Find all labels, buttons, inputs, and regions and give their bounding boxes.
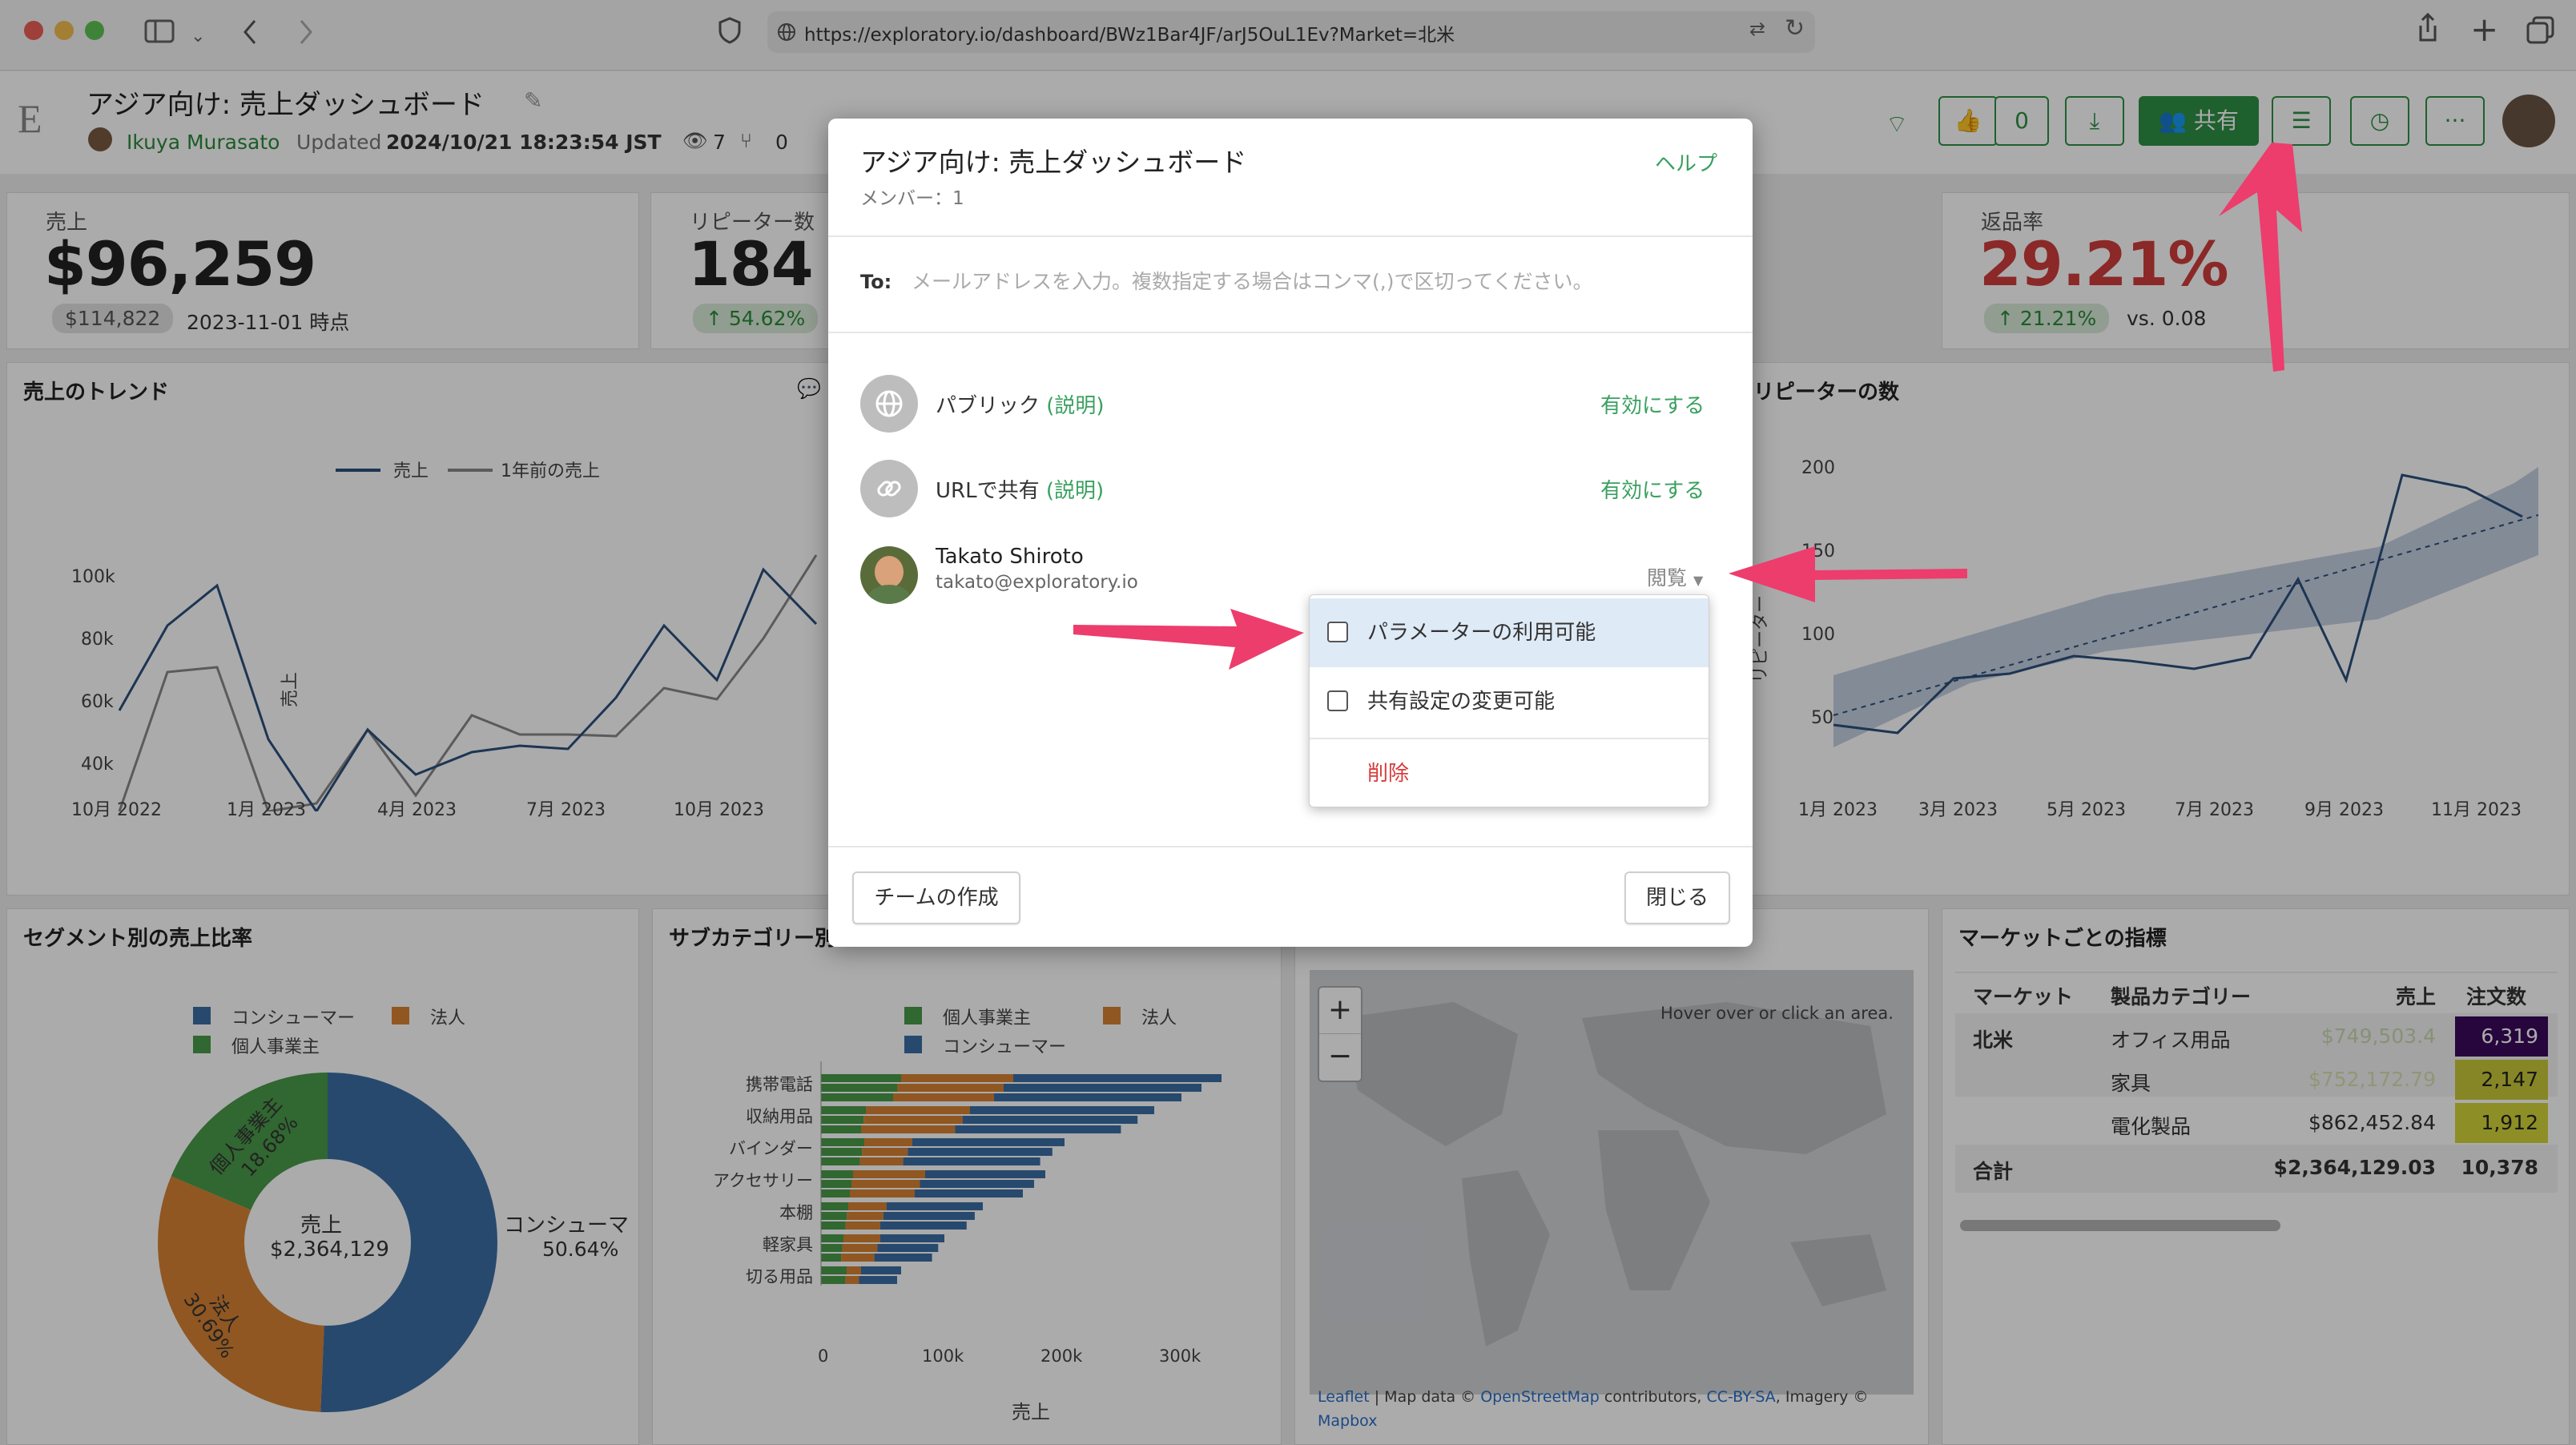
- arrow-to-parameters-option: [1073, 609, 1304, 670]
- arrow-to-share-button: [2219, 143, 2302, 372]
- arrow-to-permission-dropdown: [1729, 546, 1967, 602]
- annotation-arrows: [1073, 143, 2302, 670]
